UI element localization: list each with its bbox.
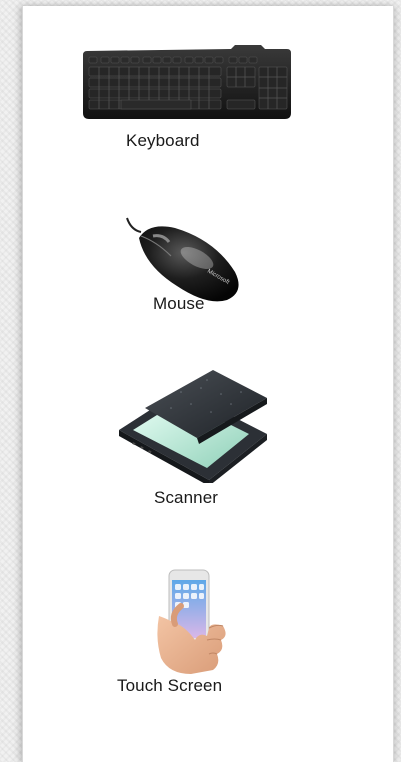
scanner-icon	[119, 370, 267, 486]
document-page: Keyboard Microsoft Mouse Scanner Touch S…	[22, 6, 394, 762]
touch-screen-label: Touch Screen	[117, 676, 223, 695]
touch-screen-icon	[157, 569, 226, 674]
touch-screen-item	[151, 566, 237, 676]
scanner-item	[111, 368, 271, 486]
keyboard-label: Keyboard	[126, 131, 200, 150]
keyboard-icon	[83, 45, 291, 119]
mouse-label: Mouse	[153, 294, 205, 313]
scanner-label: Scanner	[154, 488, 219, 507]
keyboard-item	[81, 43, 293, 123]
